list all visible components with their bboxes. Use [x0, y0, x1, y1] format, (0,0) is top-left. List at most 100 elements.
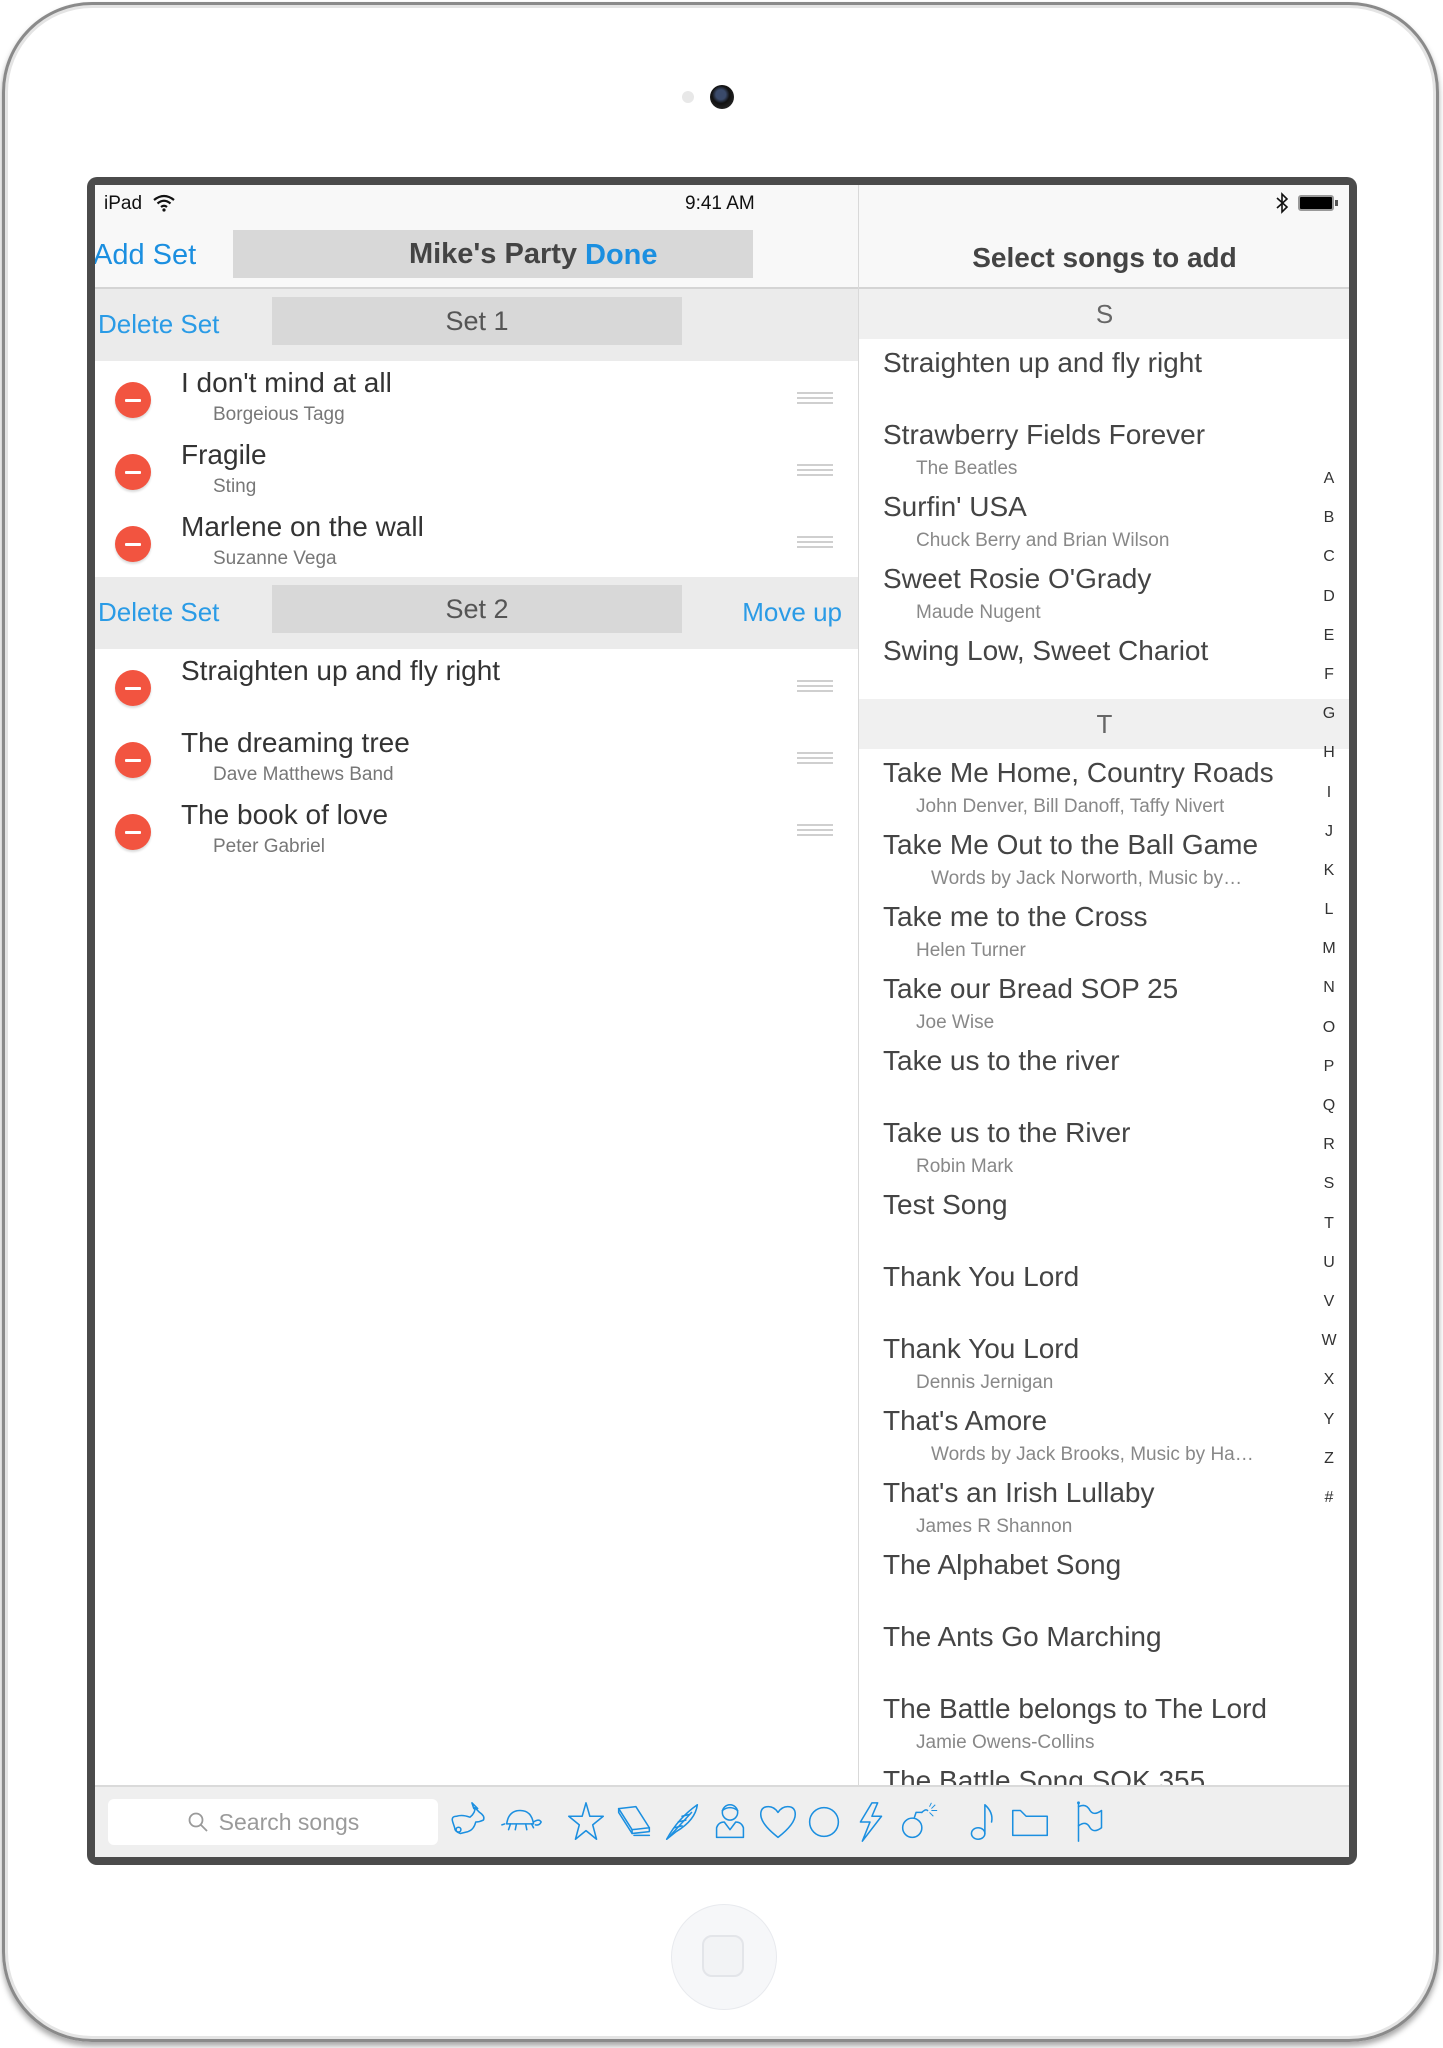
- song-list-item[interactable]: The Battle Song SOK 355: [859, 1757, 1329, 1785]
- song-list-item[interactable]: Take us to the River Robin Mark: [859, 1109, 1329, 1181]
- song-list-item[interactable]: Take Me Home, Country Roads John Denver, …: [859, 749, 1329, 821]
- turtle-icon[interactable]: [499, 1799, 545, 1845]
- song-list-item[interactable]: Take me to the Cross Helen Turner: [859, 893, 1329, 965]
- setlist-panel: Add Set Mike's Party Done Delete Set Set…: [95, 185, 858, 1785]
- circle-icon[interactable]: [801, 1799, 847, 1845]
- index-letter[interactable]: I: [1315, 784, 1343, 823]
- index-letter[interactable]: P: [1315, 1058, 1343, 1097]
- song-artist: Jamie Owens-Collins: [916, 1732, 1095, 1753]
- song-artist: The Beatles: [916, 458, 1018, 479]
- remove-song-minus-icon[interactable]: [115, 670, 151, 706]
- index-letter[interactable]: E: [1315, 627, 1343, 666]
- search-songs-input[interactable]: Search songs: [108, 1799, 438, 1845]
- reorder-grip-icon[interactable]: [797, 464, 833, 478]
- song-artist: Words by Jack Norworth, Music by…: [931, 868, 1243, 889]
- song-list[interactable]: S Straighten up and fly right Strawberry F…: [859, 289, 1349, 1785]
- delete-set-button[interactable]: Delete Set: [98, 597, 219, 628]
- song-list-item[interactable]: Straighten up and fly right: [859, 339, 1329, 411]
- reorder-grip-icon[interactable]: [797, 536, 833, 550]
- move-up-button[interactable]: Move up: [742, 597, 842, 628]
- bomb-icon[interactable]: [895, 1799, 941, 1845]
- remove-song-minus-icon[interactable]: [115, 742, 151, 778]
- song-title: Take me to the Cross: [883, 901, 1148, 932]
- remove-song-minus-icon[interactable]: [115, 382, 151, 418]
- done-button[interactable]: Done: [585, 239, 658, 272]
- song-list-item[interactable]: That's Amore Words by Jack Brooks, Music …: [859, 1397, 1329, 1469]
- reorder-grip-icon[interactable]: [797, 752, 833, 766]
- remove-song-minus-icon[interactable]: [115, 454, 151, 490]
- index-letter[interactable]: R: [1315, 1136, 1343, 1175]
- rabbit-icon[interactable]: [447, 1799, 493, 1845]
- reorder-grip-icon[interactable]: [797, 824, 833, 838]
- index-letter[interactable]: O: [1315, 1019, 1343, 1058]
- song-list-item[interactable]: Test Song: [859, 1181, 1329, 1253]
- index-letter[interactable]: K: [1315, 862, 1343, 901]
- book-icon[interactable]: [611, 1799, 657, 1845]
- setlist-title-field[interactable]: Mike's Party: [233, 230, 753, 278]
- song-list-item[interactable]: Strawberry Fields Forever The Beatles: [859, 411, 1329, 483]
- song-list-item[interactable]: Take our Bread SOP 25 Joe Wise: [859, 965, 1329, 1037]
- remove-song-minus-icon[interactable]: [115, 526, 151, 562]
- index-letter[interactable]: F: [1315, 666, 1343, 705]
- song-title: Straighten up and fly right: [883, 347, 1203, 378]
- song-title: Take us to the river: [883, 1045, 1120, 1076]
- heart-icon[interactable]: [755, 1799, 801, 1845]
- person-icon[interactable]: [707, 1799, 753, 1845]
- remove-song-minus-icon[interactable]: [115, 814, 151, 850]
- song-list-item[interactable]: Take Me Out to the Ball Game Words by Jac…: [859, 821, 1329, 893]
- song-artist: Words by Jack Brooks, Music by Ha…: [931, 1444, 1254, 1465]
- index-letter[interactable]: A: [1315, 470, 1343, 509]
- index-letter[interactable]: N: [1315, 979, 1343, 1018]
- song-title: Fragile: [181, 439, 267, 470]
- song-list-item[interactable]: Thank You Lord Dennis Jernigan: [859, 1325, 1329, 1397]
- flag-icon[interactable]: [1067, 1799, 1113, 1845]
- index-letter[interactable]: Q: [1315, 1097, 1343, 1136]
- index-letter[interactable]: J: [1315, 823, 1343, 862]
- index-letter[interactable]: M: [1315, 940, 1343, 979]
- index-letter[interactable]: Y: [1315, 1411, 1343, 1450]
- index-letter[interactable]: B: [1315, 509, 1343, 548]
- delete-set-button[interactable]: Delete Set: [98, 309, 219, 340]
- song-list-item[interactable]: Sweet Rosie O'Grady Maude Nugent: [859, 555, 1329, 627]
- star-icon[interactable]: [563, 1799, 609, 1845]
- song-list-item[interactable]: Take us to the river: [859, 1037, 1329, 1109]
- set-name-field[interactable]: Set 2: [272, 585, 682, 633]
- sensor-dot: [682, 91, 694, 103]
- index-letter[interactable]: H: [1315, 744, 1343, 783]
- index-letter[interactable]: C: [1315, 548, 1343, 587]
- song-list-item[interactable]: Swing Low, Sweet Chariot: [859, 627, 1329, 699]
- index-letter[interactable]: L: [1315, 901, 1343, 940]
- index-letter[interactable]: G: [1315, 705, 1343, 744]
- feather-icon[interactable]: [659, 1799, 705, 1845]
- index-letter[interactable]: #: [1315, 1489, 1343, 1528]
- song-list-item[interactable]: That's an Irish Lullaby James R Shannon: [859, 1469, 1329, 1541]
- song-artist: Dennis Jernigan: [916, 1372, 1054, 1393]
- song-title: The dreaming tree: [181, 727, 410, 758]
- home-button[interactable]: [672, 1905, 776, 2009]
- index-letter[interactable]: V: [1315, 1293, 1343, 1332]
- song-list-item[interactable]: Thank You Lord: [859, 1253, 1329, 1325]
- search-icon: [188, 1812, 208, 1832]
- song-list-item[interactable]: Surfin' USA Chuck Berry and Brian Wilson: [859, 483, 1329, 555]
- index-letter[interactable]: T: [1315, 1215, 1343, 1254]
- index-letter[interactable]: Z: [1315, 1450, 1343, 1489]
- reorder-grip-icon[interactable]: [797, 680, 833, 694]
- status-bar: iPad 9:41 AM: [95, 185, 1349, 225]
- song-list-item[interactable]: The Ants Go Marching: [859, 1613, 1329, 1685]
- set-song-row: The book of love Peter Gabriel: [95, 793, 858, 865]
- song-list-item[interactable]: The Alphabet Song: [859, 1541, 1329, 1613]
- lightning-icon[interactable]: [847, 1799, 893, 1845]
- index-letter[interactable]: W: [1315, 1332, 1343, 1371]
- song-title: The Ants Go Marching: [883, 1621, 1162, 1652]
- index-letter[interactable]: S: [1315, 1175, 1343, 1214]
- reorder-grip-icon[interactable]: [797, 392, 833, 406]
- add-set-button[interactable]: Add Set: [95, 239, 196, 272]
- folder-icon[interactable]: [1007, 1799, 1053, 1845]
- index-letter[interactable]: D: [1315, 588, 1343, 627]
- index-letter[interactable]: U: [1315, 1254, 1343, 1293]
- index-letter[interactable]: X: [1315, 1371, 1343, 1410]
- alphabet-index[interactable]: A B C D E F G H I J K L M N O P Q R S T U V W X Y Z #: [1315, 470, 1343, 1528]
- music-note-icon[interactable]: [959, 1799, 1005, 1845]
- set-name-field[interactable]: Set 1: [272, 297, 682, 345]
- song-list-item[interactable]: The Battle belongs to The Lord Jamie Owen…: [859, 1685, 1329, 1757]
